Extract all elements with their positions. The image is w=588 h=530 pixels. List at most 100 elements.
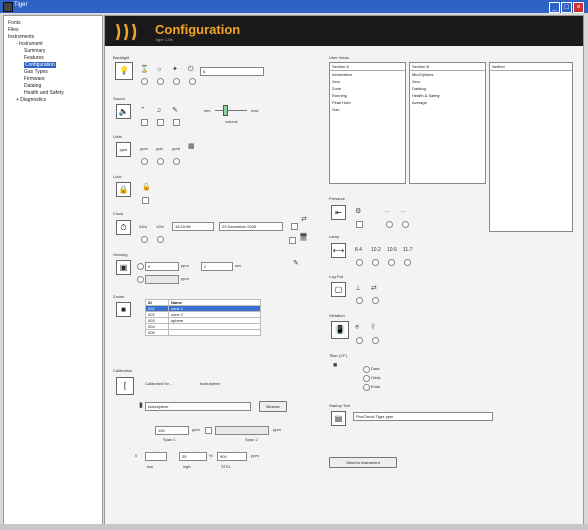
backlight-duration-input[interactable]: 5 [200, 67, 264, 76]
logfull-radio-2[interactable] [372, 297, 379, 304]
volume-slider-track[interactable] [215, 110, 247, 111]
span1-input[interactable]: 100 [155, 426, 189, 435]
span2-checkbox[interactable] [205, 427, 212, 434]
sensing-threshold-input[interactable] [145, 275, 179, 284]
tba-radio-3[interactable] [363, 384, 370, 391]
sensing-interval-input[interactable]: 2 [201, 262, 233, 271]
clock-radio-12[interactable] [157, 236, 164, 243]
sidebar-item[interactable]: Configuration [24, 62, 56, 68]
browse-button[interactable]: Browse [259, 401, 287, 412]
userview-list-item[interactable]: Zero [330, 78, 405, 85]
lamp-radio-3[interactable] [388, 259, 395, 266]
units-radio-2[interactable] [157, 158, 164, 165]
sidebar-item[interactable]: Gas Types [24, 69, 48, 75]
maximize-icon[interactable]: □ [561, 2, 572, 13]
units-radio-1[interactable] [141, 158, 148, 165]
keypress-icon[interactable]: ✎ [172, 107, 178, 115]
clock-12hr[interactable]: 12hr [156, 224, 164, 229]
backlight-radio-2[interactable] [157, 78, 164, 85]
edit-pen-icon[interactable]: ✎ [293, 260, 299, 268]
pressure-radio-1[interactable] [386, 221, 393, 228]
sidebar-item[interactable]: Features [24, 55, 44, 61]
userview-list-item[interactable]: Peak Hold [330, 99, 405, 106]
sound-check-2[interactable] [157, 119, 164, 126]
lamp-radio-1[interactable] [356, 259, 363, 266]
send-to-instrument-button[interactable]: Send to Instrument [329, 457, 397, 468]
alarm-low-value[interactable]: 0 [135, 453, 137, 458]
sensing-radio-2[interactable] [137, 276, 144, 283]
units-radio-3[interactable] [173, 158, 180, 165]
sound-check-1[interactable] [141, 119, 148, 126]
volume-slider-thumb[interactable] [223, 105, 228, 116]
pump-icon[interactable]: ⚙ [355, 208, 361, 216]
userview-list-item[interactable]: Datalog [410, 85, 485, 92]
userview-list-item[interactable]: Information [330, 71, 405, 78]
bell-icon[interactable]: ♫ [156, 107, 161, 115]
sidebar-item[interactable]: Files [8, 27, 19, 33]
clock-radio-24[interactable] [141, 236, 148, 243]
alarm-high-input[interactable]: 25 [179, 452, 207, 461]
date-input[interactable]: 23 December 2005 [219, 222, 283, 231]
zone-row[interactable]: 005 [145, 329, 261, 336]
zone-cell-id[interactable]: 005 [145, 329, 169, 336]
userview-list-item[interactable]: Running [330, 92, 405, 99]
sidebar-item[interactable]: + Diagnostics [16, 97, 46, 103]
alarm-low-input[interactable] [145, 452, 167, 461]
clock-24hr[interactable]: 24hr [139, 224, 147, 229]
sidebar-item[interactable]: Health and Safety [24, 90, 64, 96]
userview-list-item[interactable]: Min/Options [410, 71, 485, 78]
padlock-icon[interactable]: 🔓 [142, 184, 151, 192]
sparkle-icon[interactable]: ✦ [172, 66, 178, 74]
lamp-option-4[interactable]: 11.7 [403, 247, 412, 253]
lock-checkbox[interactable] [142, 197, 149, 204]
power-icon[interactable]: ⏻ [188, 66, 194, 74]
userview-list-item[interactable]: Average [410, 99, 485, 106]
sidebar-item[interactable]: Instruments [8, 34, 34, 40]
stop-icon[interactable]: ⊥ [355, 285, 361, 293]
vibration-radio-2[interactable] [372, 337, 379, 344]
vibrate-off-icon[interactable]: ⍢ [371, 324, 375, 332]
pressure-checkbox[interactable] [356, 221, 363, 228]
sidebar-item[interactable]: Firmware [24, 76, 45, 82]
userview-section-b[interactable]: Section B Min/Options Zero Datalog Health &… [409, 62, 486, 184]
span2-input[interactable] [215, 426, 269, 435]
tba-option-1[interactable]: Data [371, 366, 379, 371]
startup-text-input[interactable]: PhoCheck Tiger ppm [353, 412, 493, 421]
calibration-gas-select[interactable]: Isobutylene [145, 402, 251, 411]
pressure-radio-2[interactable] [402, 221, 409, 228]
lamp-option-1[interactable]: 8.4 [355, 247, 362, 253]
backlight-radio-4[interactable] [189, 78, 196, 85]
userview-list-item[interactable]: Zone [330, 85, 405, 92]
userview-neither[interactable]: Neither [489, 62, 573, 232]
minimize-icon[interactable]: _ [549, 2, 560, 13]
lamp-radio-2[interactable] [372, 259, 379, 266]
vibration-radio-1[interactable] [356, 337, 363, 344]
tba-radio-1[interactable] [363, 366, 370, 373]
wrap-icon[interactable]: ⇄ [371, 285, 377, 293]
lamp-radio-4[interactable] [404, 259, 411, 266]
sidebar-item[interactable]: Datalog [24, 83, 41, 89]
unit-option-1[interactable]: ppm [140, 146, 148, 151]
stel-input[interactable]: 900 [217, 452, 247, 461]
tba-radio-2[interactable] [363, 375, 370, 382]
clock-check-pc[interactable] [289, 237, 296, 244]
vibrate-on-icon[interactable]: ⍟ [355, 324, 359, 332]
userview-section-a[interactable]: Section A Information Zero Zone Running Peak… [329, 62, 406, 184]
close-icon[interactable]: × [573, 2, 584, 13]
userview-list-item[interactable]: Gas [330, 106, 405, 113]
clock-sync-checkbox[interactable] [291, 223, 298, 230]
sun-icon[interactable]: ☼ [156, 66, 162, 74]
zones-table[interactable]: ID Name 001 zone 1 002 zone 2 003 sphere 004 005 [145, 299, 261, 336]
unit-option-2[interactable]: ppb [156, 146, 163, 151]
time-input[interactable]: 16:15:56 [172, 222, 214, 231]
tba-option-3[interactable]: Ends [371, 384, 380, 389]
backlight-radio-1[interactable] [141, 78, 148, 85]
tba-option-2[interactable]: Odds [371, 375, 381, 380]
userview-list-item[interactable]: Health & Safety [410, 92, 485, 99]
backlight-radio-3[interactable] [173, 78, 180, 85]
sidebar-item[interactable]: Fonts [8, 20, 21, 26]
sidebar-tree[interactable]: Fonts Files Instruments - Instrument Summary… [3, 15, 103, 525]
sidebar-item[interactable]: - Instrument [16, 41, 43, 47]
lamp-option-2[interactable]: 10.2 [371, 247, 381, 253]
hourglass-icon[interactable]: ⌛ [140, 66, 149, 74]
